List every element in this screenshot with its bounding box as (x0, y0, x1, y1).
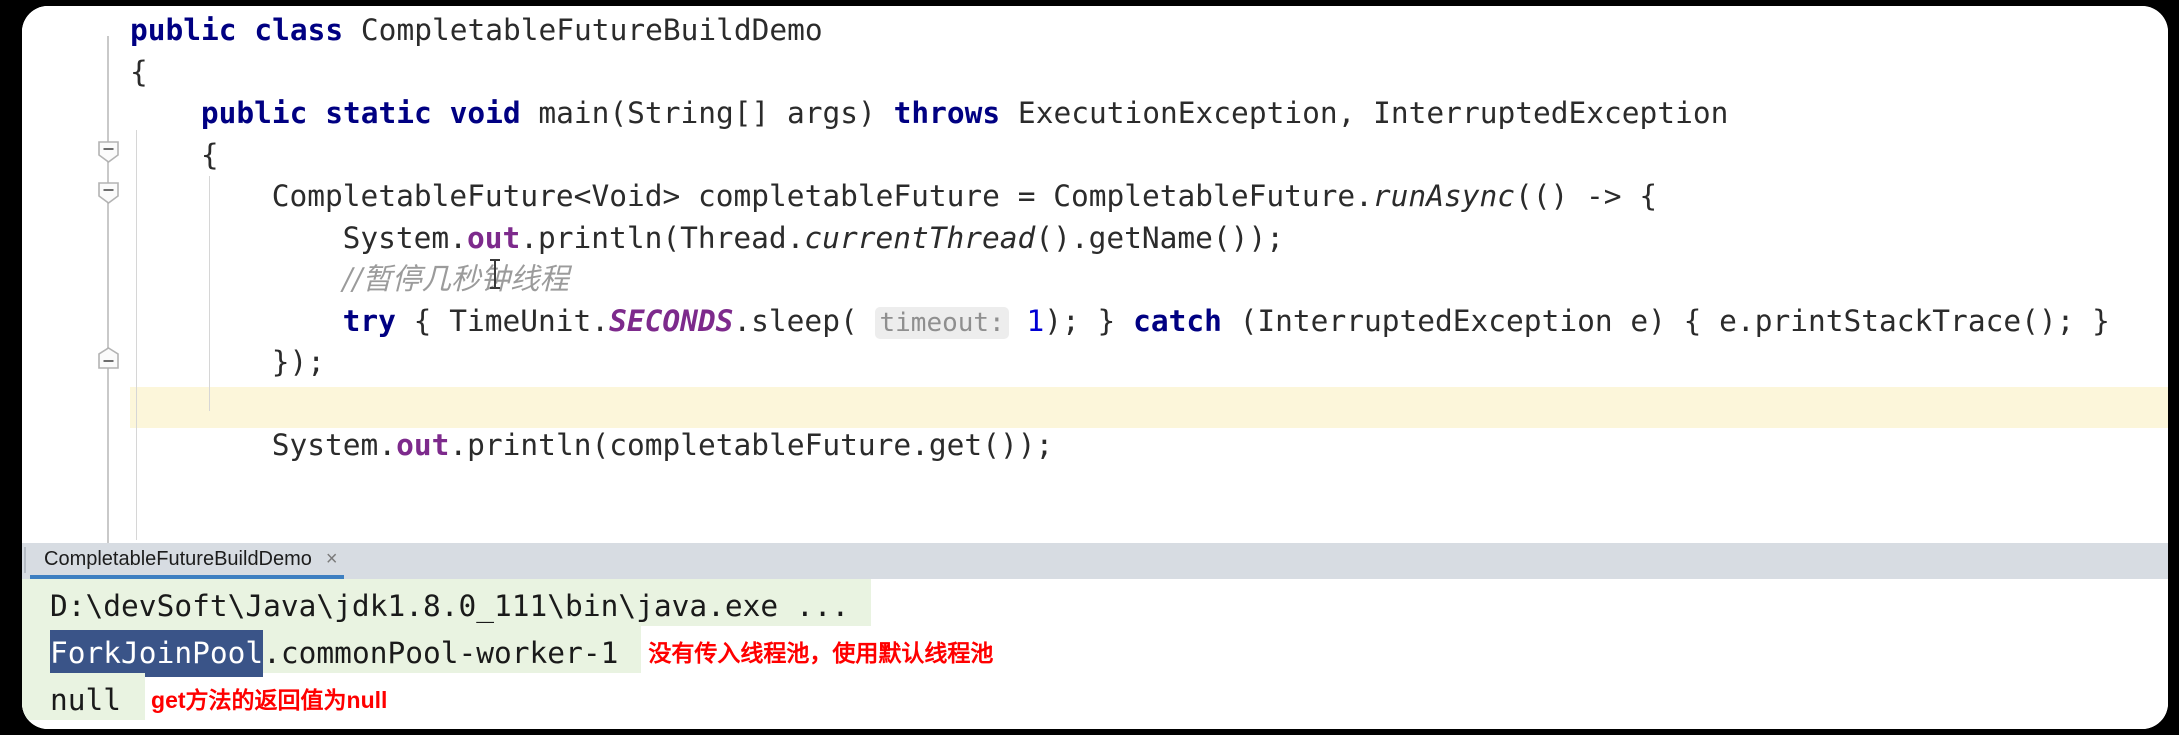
code-token: timeout: (875, 306, 1009, 339)
code-token: try (342, 303, 396, 338)
red-annotation-label: 没有传入线程池，使用默认线程池 (648, 640, 994, 666)
code-line[interactable]: try { TimeUnit.SECONDS.sleep( timeout: 1… (343, 301, 2110, 343)
tab-left-edge (24, 547, 26, 573)
close-icon[interactable]: × (326, 548, 338, 571)
code-token: currentThread (804, 220, 1036, 255)
minus-collapse-icon[interactable] (96, 180, 121, 205)
code-token: throws (893, 96, 1001, 130)
code-token: public (200, 96, 308, 130)
code-token: CompletableFuture<Void> completableFutur… (271, 179, 1373, 213)
code-token: System. (271, 428, 397, 462)
code-token: 1 (1026, 303, 1045, 338)
console-line: ForkJoinPool .commonPool-worker-1 没有传入线程池，… (50, 630, 993, 679)
screenshot-root: public class CompletableFutureBuildDemo{… (0, 0, 2179, 735)
run-tool-window: CompletableFutureBuildDemo × D:\devSoft\… (22, 543, 2168, 729)
code-line[interactable]: { (201, 135, 219, 177)
code-line[interactable]: { (130, 52, 148, 94)
code-token: .sleep( (733, 303, 876, 338)
code-token: class (254, 13, 344, 47)
run-tab-completablefuturebuilddemo[interactable]: CompletableFutureBuildDemo × (30, 543, 344, 579)
console-line: D:\devSoft\Java\jdk1.8.0_111\bin\java.ex… (50, 583, 849, 630)
code-token: CompletableFutureBuildDemo (343, 13, 823, 47)
code-token: System. (342, 220, 467, 255)
gutter-divider (107, 36, 109, 543)
code-line[interactable]: System.out.println(Thread.currentThread(… (343, 218, 1284, 260)
run-tab-label: CompletableFutureBuildDemo (44, 547, 312, 570)
code-token: .println(Thread. (520, 220, 805, 255)
code-token: (() -> { (1515, 179, 1658, 213)
code-token: main(String[] args) (520, 96, 894, 130)
text-cursor-icon (488, 259, 502, 289)
code-token: { TimeUnit. (395, 303, 610, 338)
code-line[interactable]: public static void main(String[] args) t… (201, 93, 1728, 135)
code-line[interactable]: //暂停几秒钟线程 (343, 259, 569, 301)
code-editor[interactable]: public class CompletableFutureBuildDemo{… (22, 6, 2168, 543)
code-line[interactable]: public class CompletableFutureBuildDemo (130, 10, 823, 52)
minus-collapse-icon[interactable] (96, 139, 121, 164)
console-line: null get方法的返回值为null (50, 677, 387, 726)
console-text: .commonPool-worker-1 (263, 636, 619, 670)
run-tab-strip: CompletableFutureBuildDemo × (22, 543, 2168, 579)
code-token: (InterruptedException e) { e.printStackT… (1221, 303, 2110, 338)
console-output[interactable]: D:\devSoft\Java\jdk1.8.0_111\bin\java.ex… (22, 579, 2168, 729)
console-text: null (50, 683, 122, 717)
code-token: //暂停几秒钟线程 (342, 262, 570, 296)
code-line[interactable]: }); (272, 342, 325, 384)
code-token: SECONDS (609, 303, 734, 338)
code-token: static (325, 96, 432, 130)
code-text[interactable]: public class CompletableFutureBuildDemo{… (130, 6, 2168, 543)
code-token: .println(completableFuture.get()); (449, 428, 1054, 462)
red-annotation-label: get方法的返回值为null (151, 687, 388, 713)
editor-gutter[interactable] (22, 6, 130, 543)
code-token: ); } (1044, 303, 1134, 338)
minus-collapse-end-icon[interactable] (96, 346, 121, 371)
code-token: ().getName()); (1035, 220, 1284, 255)
code-token: void (449, 96, 521, 130)
code-token: { (200, 137, 219, 172)
code-token: out (466, 220, 521, 255)
console-selected-text[interactable]: ForkJoinPool (50, 630, 264, 677)
code-token: out (396, 428, 450, 462)
code-line[interactable]: CompletableFuture<Void> completableFutur… (272, 176, 1657, 218)
code-token: { (130, 54, 148, 89)
code-token: ExecutionException, InterruptedException (1000, 96, 1729, 130)
code-token: catch (1133, 303, 1222, 338)
code-token: public (130, 13, 237, 47)
console-text: D:\devSoft\Java\jdk1.8.0_111\bin\java.ex… (50, 589, 850, 623)
code-token: }); (271, 345, 326, 379)
code-line[interactable]: System.out.println(completableFuture.get… (272, 425, 1053, 467)
code-token: runAsync (1372, 179, 1515, 213)
ide-window: public class CompletableFutureBuildDemo{… (22, 6, 2168, 729)
